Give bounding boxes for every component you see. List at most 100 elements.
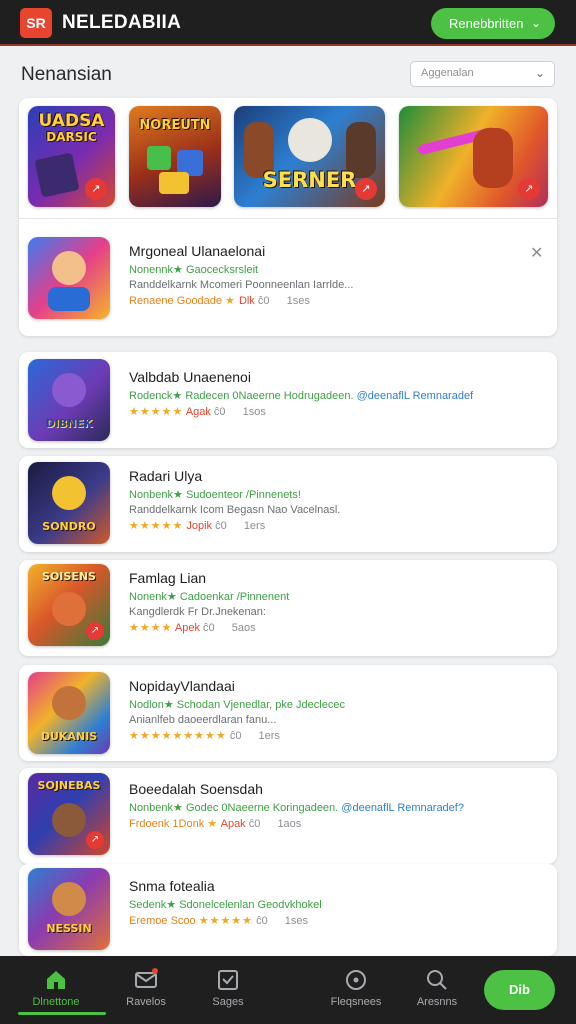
app-tagline-link[interactable]: @deenaflL Remnaradef <box>357 390 474 402</box>
app-info[interactable]: Boeedalah Soensdah Nonbenk★ Godec 0Naeer… <box>129 781 464 830</box>
app-icon[interactable] <box>28 237 110 319</box>
app-art <box>52 476 86 510</box>
app-art <box>52 373 86 407</box>
app-tagline: Nodlon★ Schodan Vjenedlar, pke Jdeclecec <box>129 699 345 711</box>
app-art <box>48 287 90 311</box>
close-icon[interactable]: ✕ <box>530 243 543 263</box>
app-info[interactable]: Radari Ulya Nonbenk★ Sudoenteor /Pinnene… <box>129 468 340 532</box>
app-meta-label: Frdoenk 1Donk <box>129 818 205 830</box>
app-meta: ★★★★★★★★★ ĉ0 1ers <box>129 729 345 742</box>
age-rating: Agak <box>185 406 211 418</box>
nav-item-mail[interactable]: Ravelos <box>106 968 186 1008</box>
app-icon[interactable]: NESSIN <box>28 868 110 950</box>
nav-item-label: Sages <box>212 996 244 1008</box>
app-icon[interactable]: SOJNEBAS ↗ <box>28 773 110 855</box>
app-tagline: Nonbenk★ Godec 0Naeerne Koringadeen. @de… <box>129 801 464 814</box>
app-icon[interactable]: DUKANIS <box>28 672 110 754</box>
app-meta: Renaene Goodade ★ Dlk ĉ0 1ses <box>129 294 353 307</box>
featured-tile-title: NOREUTN <box>139 118 211 133</box>
play-badge-icon: ↗ <box>85 178 107 200</box>
rating-stars: ★★★★★★★★★ <box>129 730 227 742</box>
nav-item-home[interactable]: Dlnettone <box>16 968 106 1015</box>
app-icon[interactable]: SOISENS ↗ <box>28 564 110 646</box>
featured-tile-3[interactable]: SERNER ↗ <box>234 106 385 207</box>
play-badge-icon: ↗ <box>518 178 540 200</box>
app-info[interactable]: Snma fotealia Sedenk★ Sdonelcelenlan Geo… <box>129 878 322 927</box>
rating-badge: ĉ0 <box>229 730 242 742</box>
app-info[interactable]: Valbdab Unaenenoi Rodenck★ Radecen 0Naee… <box>129 369 473 418</box>
app-size: 1ses <box>286 295 310 307</box>
app-size: 5aos <box>231 622 256 634</box>
divider <box>19 218 557 219</box>
page-title: Nenansian <box>21 64 112 85</box>
age-rating: Dlk <box>238 295 255 307</box>
app-icon-title: DIBNEK <box>45 417 93 430</box>
app-description: Anianlfeb daoeerdlaran fanu... <box>129 714 277 726</box>
app-size: 1ers <box>243 520 266 532</box>
floating-action-button[interactable]: Dib <box>484 970 555 1010</box>
nav-item-label: Dlnettone <box>32 996 80 1008</box>
app-meta: Frdoenk 1Donk ★ Apak ĉ0 1aos <box>129 817 464 830</box>
rating-stars: ★★★★★ <box>129 406 184 418</box>
rating-stars: ★★★★ <box>129 622 173 634</box>
app-info[interactable]: Mrgoneal Ulanaelonai Nonennk★ Gaocecksrs… <box>129 243 353 307</box>
app-art <box>52 251 86 285</box>
featured-tile-1[interactable]: UADSA DARSIC ↗ <box>28 106 115 207</box>
app-tagline-main: Rodenck★ Radecen 0Naeerne Hodrugadeen. <box>129 390 354 402</box>
home-icon <box>44 968 68 992</box>
nav-item-inbox[interactable]: Sages <box>188 968 268 1008</box>
app-info[interactable]: Famlag Lian Nonenk★ Cadoenkar /Pinnenent… <box>129 570 289 634</box>
active-indicator <box>18 1012 106 1015</box>
app-icon[interactable]: DIBNEK <box>28 359 110 441</box>
app-info[interactable]: NopidayVlandaai Nodlon★ Schodan Vjenedla… <box>129 678 345 742</box>
app-size: 1ses <box>284 915 309 927</box>
rating-badge: ĉ0 <box>248 818 261 830</box>
app-logo[interactable]: SR <box>20 8 52 38</box>
sort-select-value: Aggenalan <box>421 67 474 79</box>
app-tagline: Nonenk★ Cadoenkar /Pinnenent <box>129 591 290 603</box>
compass-icon <box>344 968 368 992</box>
nav-item-label: Aresnns <box>416 996 458 1008</box>
featured-art <box>473 128 513 188</box>
sort-select[interactable]: Aggenalan ⌄ <box>410 61 555 87</box>
rating-badge: ĉ0 <box>215 520 227 532</box>
app-tagline-link[interactable]: @deenaflL Remnaradef? <box>341 802 464 814</box>
featured-tile-4[interactable]: ↗ <box>399 106 548 207</box>
chevron-down-icon: ⌄ <box>534 66 545 80</box>
age-rating: Jopik <box>186 520 213 532</box>
featured-tile-title: UADSA DARSIC <box>38 111 105 145</box>
search-icon <box>425 968 449 992</box>
app-icon-title: SOJNEBAS <box>37 779 101 792</box>
app-meta-label: Eremoe Scoo <box>129 915 196 927</box>
nav-item-search[interactable]: Aresnns <box>397 968 477 1008</box>
app-description: Randdelkarnk Icom Begasn Nao Vacelnasl. <box>129 504 341 516</box>
app-meta-label: Renaene Goodade <box>129 295 222 307</box>
app-icon[interactable]: SONDRO <box>28 462 110 544</box>
featured-tile-2[interactable]: NOREUTN <box>129 106 221 207</box>
nav-item-label: Fleqsnees <box>330 996 382 1008</box>
app-size: 1ers <box>258 730 280 742</box>
app-name: Valbdab Unaenenoi <box>129 369 251 385</box>
chevron-down-icon: ⌄ <box>530 16 541 30</box>
rating-badge: ĉ0 <box>256 915 268 927</box>
rating-badge: ĉ0 <box>257 295 270 307</box>
app-tagline: Nonennk★ Gaocecksrsleit <box>129 264 259 276</box>
header-cta-button[interactable]: Renebbritten ⌄ <box>431 8 555 39</box>
app-icon-title: SOISENS <box>42 570 96 583</box>
nav-item-label: Ravelos <box>126 996 166 1008</box>
app-icon-title: SONDRO <box>42 520 96 533</box>
app-name: NopidayVlandaai <box>129 678 235 694</box>
app-name: Boeedalah Soensdah <box>129 781 263 797</box>
app-tagline: Rodenck★ Radecen 0Naeerne Hodrugadeen. @… <box>129 389 473 402</box>
app-icon-title: NESSIN <box>46 922 92 935</box>
mail-icon <box>134 968 158 992</box>
app-name: Snma fotealia <box>129 878 215 894</box>
nav-item-compass[interactable]: Fleqsnees <box>316 968 396 1008</box>
app-meta: ★★★★★ Jopik ĉ0 1ers <box>129 519 340 532</box>
app-art <box>52 803 86 837</box>
app-description: Kangdlerdk Fr Dr.Jnekenan: <box>129 606 266 618</box>
rating-stars: ★ <box>207 818 219 830</box>
app-tagline: Nonbenk★ Sudoenteor /Pinnenets! <box>129 489 301 501</box>
app-meta: ★★★★ Apek ĉ0 5aos <box>129 621 289 634</box>
app-art <box>52 686 86 720</box>
